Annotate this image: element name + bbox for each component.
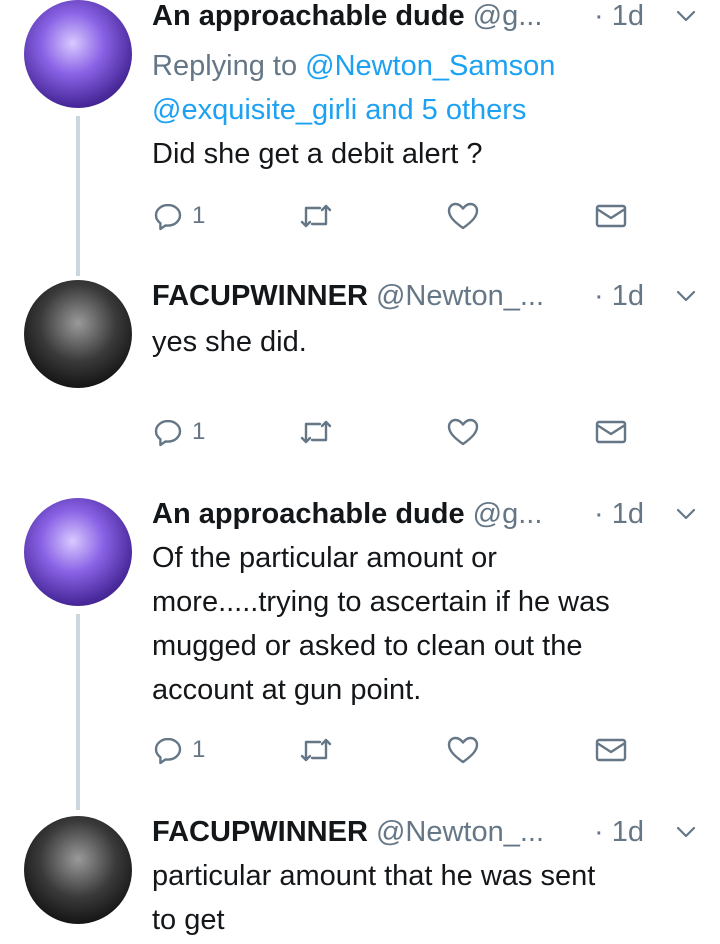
retweet-icon [300,204,332,228]
user-handle[interactable]: @Newton_... [376,816,544,848]
avatar[interactable] [24,498,132,606]
retweet-icon [300,738,332,762]
thread-line [76,614,80,810]
tweet-text-line: to get [152,904,225,936]
tweet-header: An approachable dude @g... · 1d [152,0,698,34]
direct-message-button[interactable] [594,730,628,770]
user-handle[interactable]: @g... [473,498,543,530]
avatar[interactable] [24,280,132,388]
chevron-down-icon[interactable] [674,502,698,526]
chevron-down-icon[interactable] [674,820,698,844]
retweet-icon [300,420,332,444]
like-button[interactable] [446,412,480,452]
timestamp[interactable]: · 1d [594,0,644,34]
reply-count: 1 [192,736,206,763]
chevron-down-icon[interactable] [674,284,698,308]
tweet-header: An approachable dude @g... · 1d [152,496,698,532]
direct-message-button[interactable] [594,196,628,236]
mention-link[interactable]: @Newton_Samson [305,50,555,82]
reply-button[interactable]: 1 [152,730,205,770]
timestamp[interactable]: · 1d [594,814,644,850]
timestamp[interactable]: · 1d [594,496,644,532]
user-handle[interactable]: @Newton_... [376,280,544,312]
dm-icon [595,420,627,444]
display-name[interactable]: An approachable dude [152,498,465,530]
tweet-actions: 1 [152,730,632,770]
retweet-button[interactable] [298,196,334,236]
mention-link[interactable]: @exquisite_girli and 5 others [152,94,526,126]
reply-icon [154,737,182,765]
chevron-down-icon[interactable] [674,4,698,28]
tweet-body: particular amount that he was sent to ge… [152,854,712,942]
display-name[interactable]: FACUPWINNER [152,280,368,312]
tweet-actions: 1 [152,196,632,236]
tweet-text-line: mugged or asked to clean out the [152,630,583,662]
dm-icon [595,204,627,228]
tweet-text: yes she did. [152,326,307,358]
user-handle[interactable]: @g... [473,0,543,32]
like-icon [447,202,479,230]
dm-icon [595,738,627,762]
tweet-header: FACUPWINNER @Newton_... · 1d [152,278,698,314]
reply-button[interactable]: 1 [152,196,205,236]
like-button[interactable] [446,196,480,236]
avatar[interactable] [24,0,132,108]
avatar[interactable] [24,816,132,924]
thread-line [76,116,80,276]
reply-prefix: Replying to [152,50,298,82]
tweet-actions: 1 [152,412,632,452]
like-icon [447,418,479,446]
like-button[interactable] [446,730,480,770]
reply-icon [154,203,182,231]
direct-message-button[interactable] [594,412,628,452]
reply-context: Replying to @Newton_Samson @exquisite_gi… [152,44,712,176]
tweet-text-line: particular amount that he was sent [152,860,596,892]
tweet-body: Of the particular amount or more.....try… [152,536,712,712]
like-icon [447,736,479,764]
tweet-text-line: more.....trying to ascertain if he was [152,586,610,618]
tweet-text-line: account at gun point. [152,674,422,706]
display-name[interactable]: FACUPWINNER [152,816,368,848]
reply-count: 1 [192,202,206,229]
timestamp[interactable]: · 1d [594,278,644,314]
tweet-text: Did she get a debit alert ? [152,138,483,170]
tweet-header: FACUPWINNER @Newton_... · 1d [152,814,698,850]
reply-button[interactable]: 1 [152,412,205,452]
retweet-button[interactable] [298,412,334,452]
tweet-body: yes she did. [152,320,712,364]
reply-count: 1 [192,418,206,445]
display-name[interactable]: An approachable dude [152,0,465,32]
tweet-text-line: Of the particular amount or [152,542,497,574]
reply-icon [154,419,182,447]
retweet-button[interactable] [298,730,334,770]
